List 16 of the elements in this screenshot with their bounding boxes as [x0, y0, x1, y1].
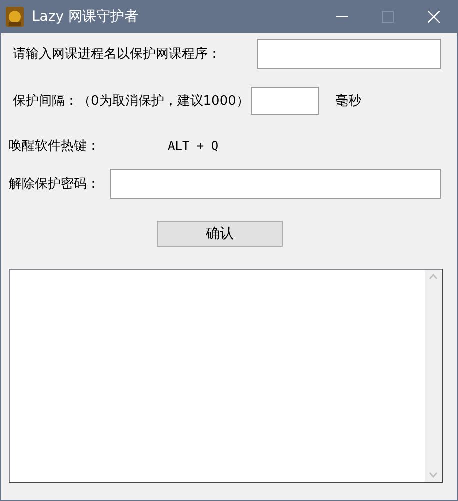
hotkey-label: 唤醒软件热键： — [9, 138, 100, 155]
scrollbar[interactable] — [425, 270, 442, 482]
process-name-label: 请输入网课进程名以保护网课程序： — [13, 46, 221, 63]
window-title: Lazy 网课守护者 — [32, 8, 140, 26]
interval-field[interactable] — [251, 87, 320, 115]
scroll-up-icon[interactable] — [429, 274, 438, 280]
scroll-down-icon[interactable] — [429, 472, 438, 478]
close-icon[interactable] — [428, 10, 440, 22]
process-name-field[interactable] — [257, 39, 441, 69]
confirm-button[interactable]: 确认 — [157, 221, 283, 247]
password-field[interactable] — [110, 169, 441, 199]
unit-label: 毫秒 — [335, 93, 362, 110]
interval-label: 保护间隔：（0为取消保护，建议1000） — [13, 93, 250, 110]
hotkey-value: ALT + Q — [168, 139, 219, 153]
password-label: 解除保护密码： — [9, 176, 100, 193]
app-icon — [6, 6, 24, 26]
